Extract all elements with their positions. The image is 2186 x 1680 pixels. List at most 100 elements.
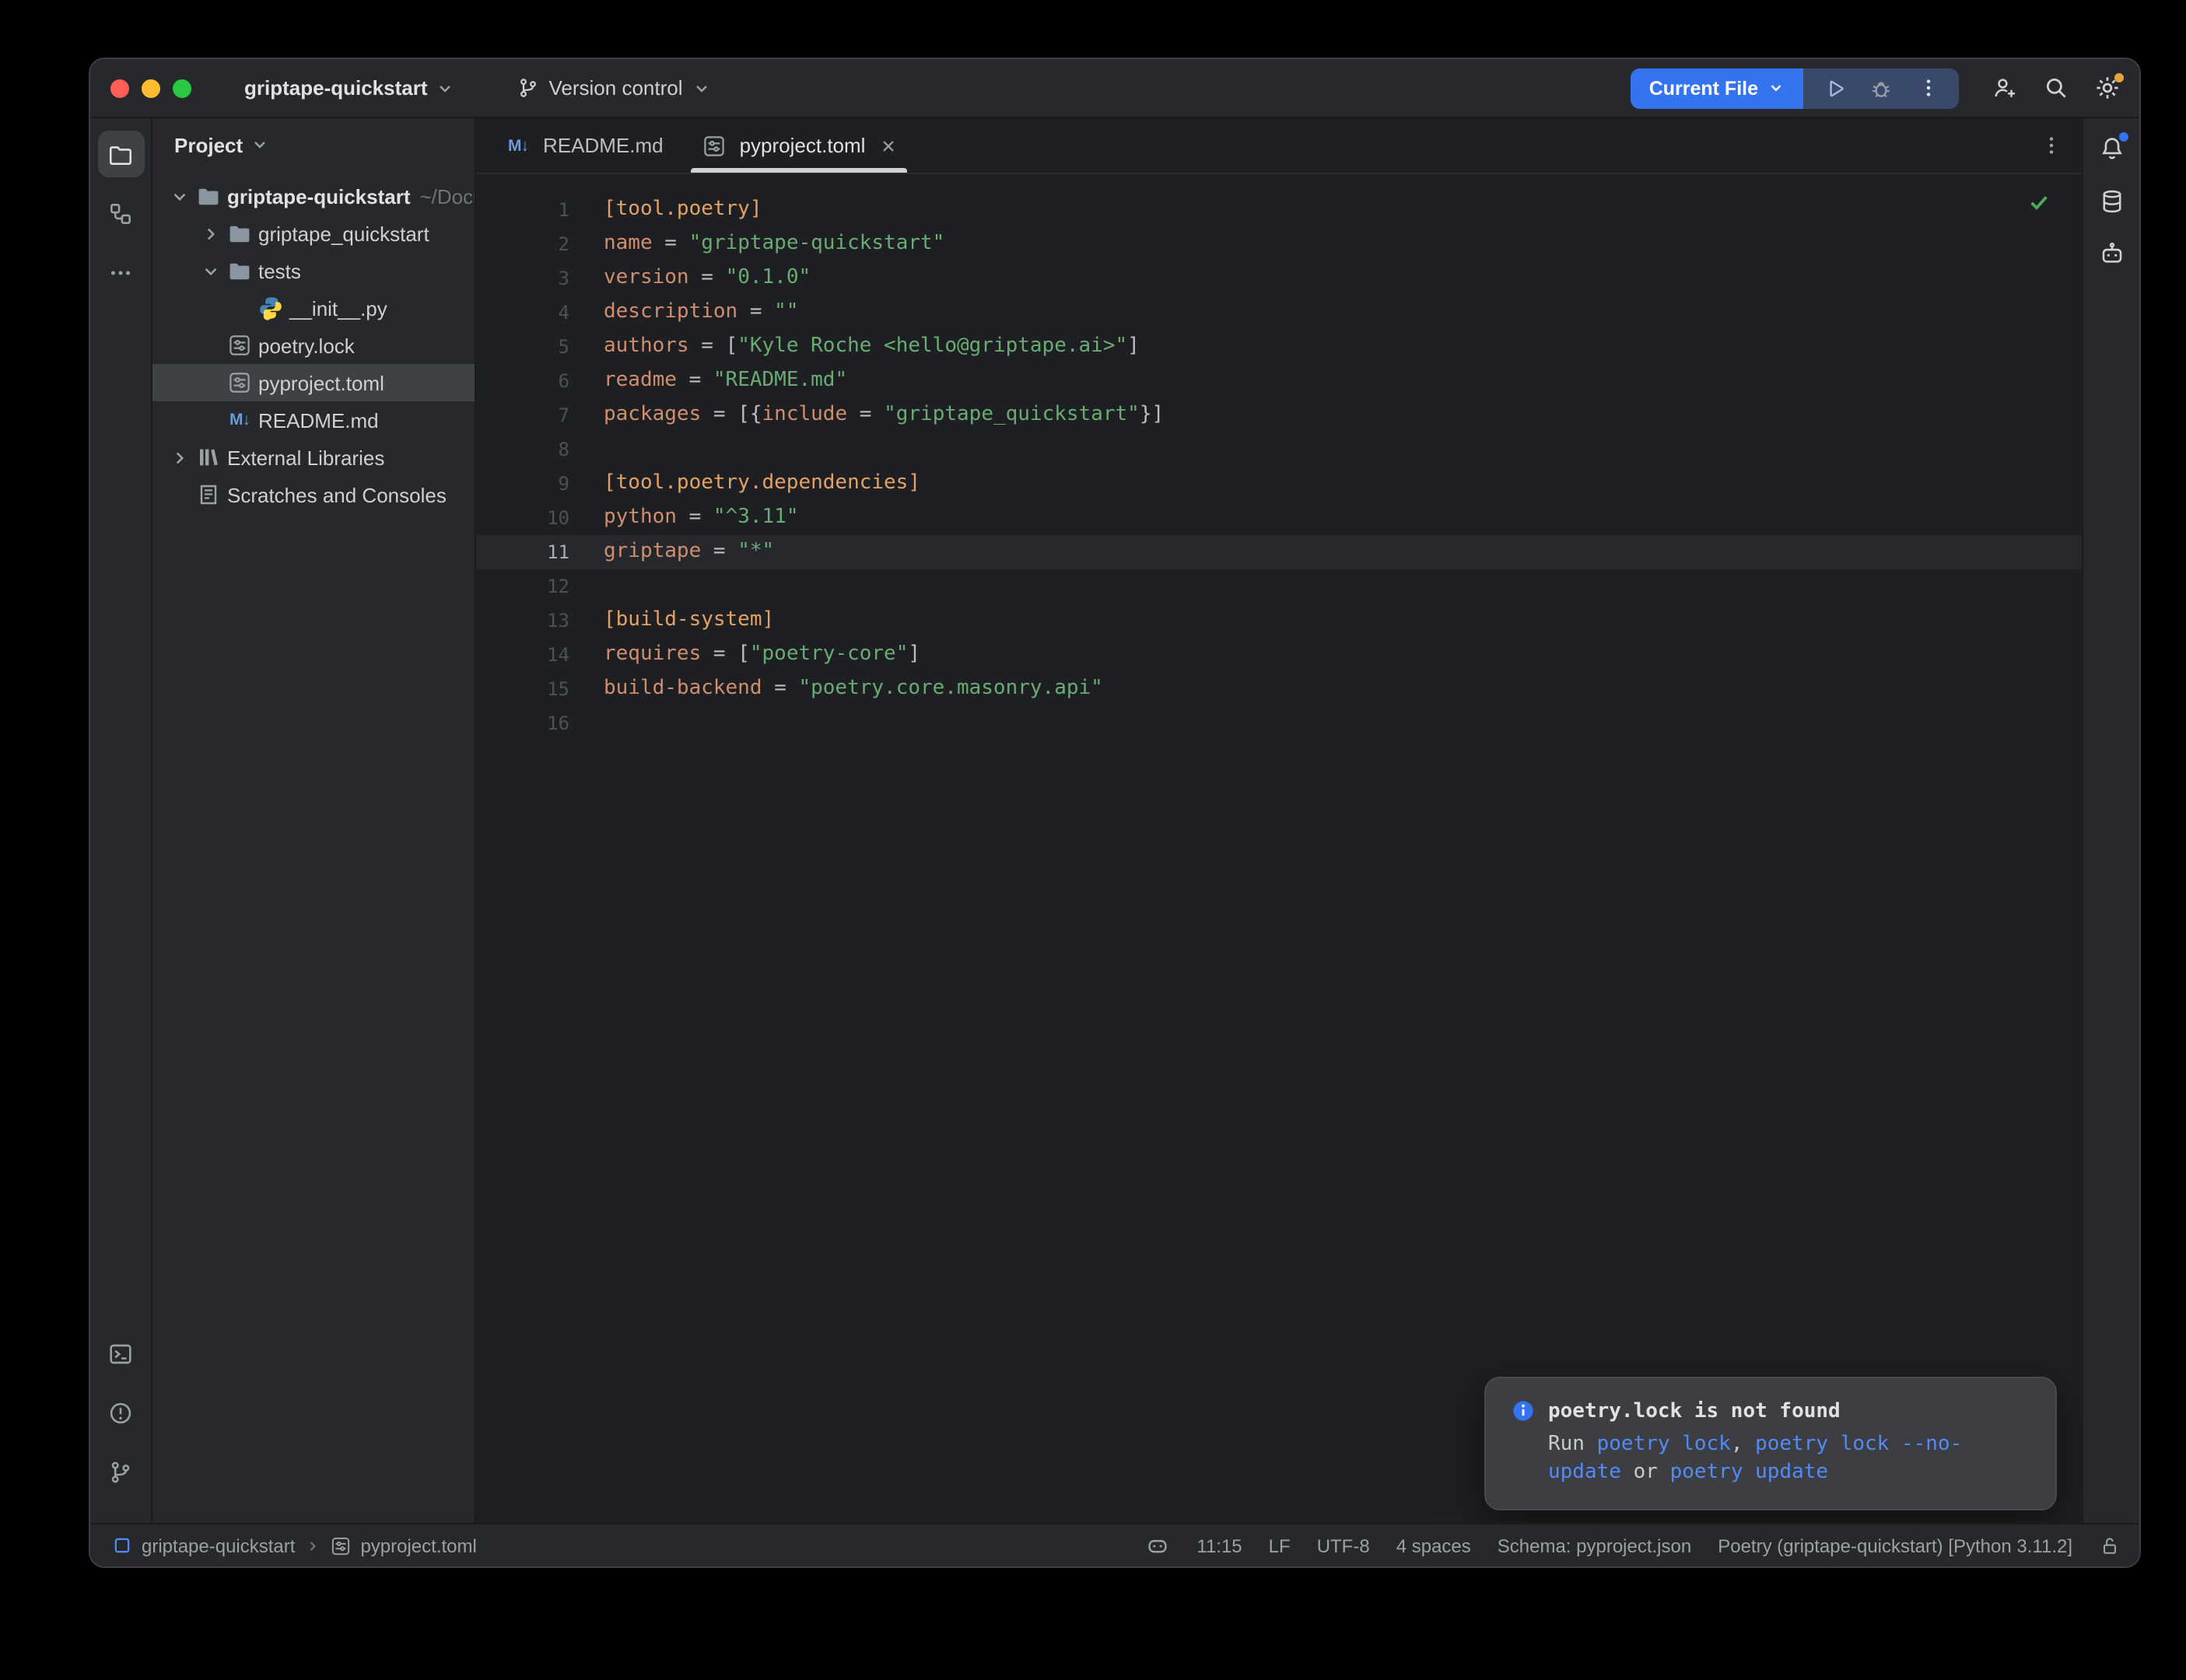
tree-item-griptape-quickstart[interactable]: griptape_quickstart	[152, 215, 475, 252]
line-number: 16	[476, 706, 585, 740]
tree-item-path: ~/Docume	[420, 184, 475, 208]
structure-tool-button[interactable]	[97, 190, 144, 236]
code-line[interactable]: 12	[476, 569, 2082, 604]
code-line[interactable]: 15build-backend = "poetry.core.masonry.a…	[476, 672, 2082, 706]
minimize-window-button[interactable]	[142, 79, 160, 97]
code-line[interactable]: 10python = "^3.11"	[476, 501, 2082, 535]
poetry-update-link[interactable]: poetry update	[1670, 1461, 1829, 1484]
run-widget-actions	[1803, 68, 1959, 108]
run-widget: Current File	[1631, 68, 1959, 108]
info-icon	[1511, 1398, 1536, 1423]
interpreter-selector[interactable]: Poetry (griptape-quickstart) [Python 3.1…	[1718, 1535, 2072, 1556]
notifications-bell-icon[interactable]	[2097, 134, 2125, 162]
breadcrumb-project[interactable]: griptape-quickstart	[142, 1535, 295, 1556]
vcs-widget[interactable]: Version control	[517, 76, 711, 100]
code-line[interactable]: 6readme = "README.md"	[476, 364, 2082, 398]
tree-item-griptape-quickstart[interactable]: griptape-quickstart~/Docume	[152, 177, 475, 215]
tree-item-readme-md[interactable]: M↓README.md	[152, 401, 475, 439]
more-run-options-button[interactable]	[1914, 74, 1942, 102]
run-button[interactable]	[1820, 74, 1848, 102]
chevron-down-icon[interactable]	[165, 186, 193, 206]
database-icon[interactable]	[2097, 187, 2125, 215]
close-icon[interactable]	[879, 136, 898, 155]
git-tool-button[interactable]	[97, 1448, 144, 1495]
line-number: 2	[476, 227, 585, 261]
folder-icon	[224, 258, 255, 283]
project-panel-header[interactable]: Project	[152, 118, 475, 171]
chevron-down-icon[interactable]	[196, 261, 224, 281]
code-line[interactable]: 8	[476, 432, 2082, 467]
zoom-window-button[interactable]	[173, 79, 191, 97]
code-line[interactable]: 13[build-system]	[476, 604, 2082, 638]
search-icon[interactable]	[2041, 74, 2069, 102]
poetry-lock-link[interactable]: poetry lock	[1597, 1433, 1731, 1456]
settings-update-badge	[2114, 72, 2124, 82]
code-line[interactable]: 2name = "griptape-quickstart"	[476, 227, 2082, 261]
settings-gear-icon[interactable]	[2093, 74, 2121, 102]
folder-icon	[224, 221, 255, 246]
project-panel: Project griptape-quickstart~/Documegript…	[152, 118, 476, 1523]
code-line[interactable]: 5authors = ["Kyle Roche <hello@griptape.…	[476, 330, 2082, 364]
code-line[interactable]: 7packages = [{include = "griptape_quicks…	[476, 398, 2082, 432]
indent-style[interactable]: 4 spaces	[1396, 1535, 1471, 1556]
terminal-tool-button[interactable]	[97, 1330, 144, 1377]
tab-label: README.md	[543, 134, 664, 157]
more-tool-windows-button[interactable]	[97, 249, 144, 296]
tab-pyproject-toml[interactable]: pyproject.toml	[682, 118, 917, 173]
code-line[interactable]: 14requires = ["poetry-core"]	[476, 638, 2082, 672]
code-text: version = "0.1.0"	[604, 261, 811, 296]
copilot-icon[interactable]	[1145, 1533, 1170, 1558]
git-branch-icon	[107, 1458, 134, 1485]
run-configuration-selector[interactable]: Current File	[1631, 68, 1803, 108]
structure-icon	[107, 200, 134, 226]
problems-tool-button[interactable]	[97, 1389, 144, 1436]
code-line[interactable]: 1[tool.poetry]	[476, 193, 2082, 227]
code-line[interactable]: 4description = ""	[476, 296, 2082, 330]
chevron-right-icon[interactable]	[196, 223, 224, 243]
breadcrumb-file[interactable]: pyproject.toml	[360, 1535, 476, 1556]
tab-label: pyproject.toml	[740, 134, 866, 157]
project-tool-button[interactable]	[97, 131, 144, 177]
notification-title: poetry.lock is not found	[1548, 1399, 1841, 1423]
code-text: authors = ["Kyle Roche <hello@griptape.a…	[604, 330, 1140, 364]
inspection-ok-check-icon[interactable]	[2027, 190, 2051, 213]
tree-item-init-py[interactable]: __init__.py	[152, 289, 475, 327]
code-line[interactable]: 9[tool.poetry.dependencies]	[476, 467, 2082, 501]
more-icon	[107, 259, 134, 285]
code-line[interactable]: 11griptape = "*"	[476, 535, 2082, 569]
caret-position[interactable]: 11:15	[1196, 1535, 1242, 1556]
run-configuration-label: Current File	[1649, 77, 1758, 99]
notification-balloon: poetry.lock is not found Run poetry lock…	[1484, 1377, 2057, 1510]
tree-item-label: README.md	[258, 408, 379, 432]
schema-selector[interactable]: Schema: pyproject.json	[1498, 1535, 1691, 1556]
code-line[interactable]: 3version = "0.1.0"	[476, 261, 2082, 296]
markdown-icon: M↓	[224, 411, 255, 429]
code-with-me-icon[interactable]	[1990, 74, 2018, 102]
line-ending[interactable]: LF	[1269, 1535, 1291, 1556]
tree-item-tests[interactable]: tests	[152, 252, 475, 289]
project-widget[interactable]: griptape-quickstart	[244, 76, 454, 100]
title-bar-actions: Current File	[1631, 68, 2121, 108]
traffic-lights	[110, 79, 191, 97]
code-line[interactable]: 16	[476, 706, 2082, 740]
folder-icon	[193, 184, 224, 208]
chevron-right-icon[interactable]	[165, 447, 193, 467]
tree-item-poetry-lock[interactable]: poetry.lock	[152, 327, 475, 364]
code-text: build-backend = "poetry.core.masonry.api…	[604, 672, 1103, 706]
main-area: Project griptape-quickstart~/Documegript…	[90, 118, 2139, 1523]
tree-item-pyproject-toml[interactable]: pyproject.toml	[152, 364, 475, 401]
debug-button[interactable]	[1867, 74, 1895, 102]
close-window-button[interactable]	[110, 79, 129, 97]
tree-item-label: poetry.lock	[258, 334, 355, 357]
desktop: griptape-quickstart Version control Curr…	[0, 0, 2186, 1680]
tab-readme-md[interactable]: M↓README.md	[485, 118, 682, 173]
tab-options-kebab-icon[interactable]	[2040, 134, 2063, 157]
unlock-icon[interactable]	[2099, 1535, 2121, 1556]
ai-assistant-icon[interactable]	[2097, 240, 2125, 268]
encoding[interactable]: UTF-8	[1317, 1535, 1370, 1556]
scratch-icon	[193, 482, 224, 507]
editor[interactable]: 1[tool.poetry]2name = "griptape-quicksta…	[476, 174, 2082, 1523]
tree-item-external-libraries[interactable]: External Libraries	[152, 439, 475, 476]
status-bar: griptape-quickstart pyproject.toml 11:15…	[90, 1523, 2139, 1566]
tree-item-scratches-and-consoles[interactable]: Scratches and Consoles	[152, 476, 475, 513]
